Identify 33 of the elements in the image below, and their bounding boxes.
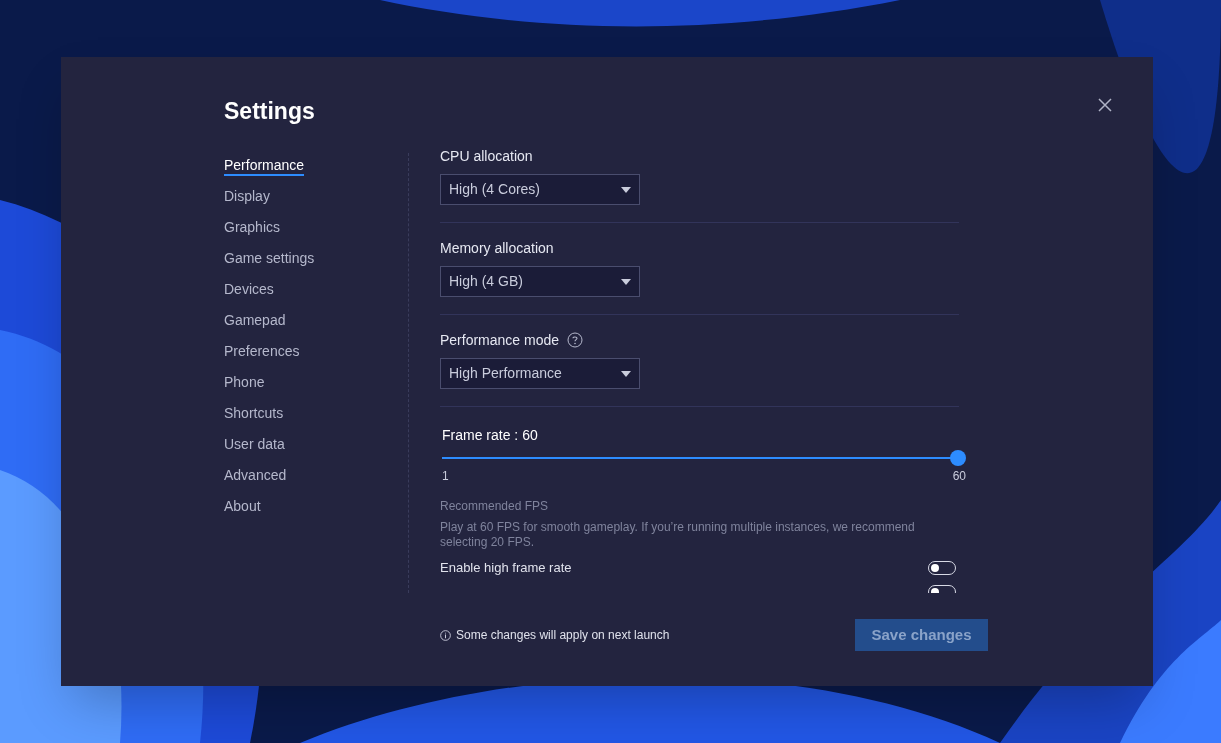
close-icon[interactable]: [1097, 97, 1113, 113]
toggle-label: Enable high frame rate: [440, 559, 572, 578]
slider-max-label: 60: [952, 468, 966, 485]
hint-title: Recommended FPS: [440, 498, 550, 515]
sidebar-item[interactable]: Game settings: [224, 249, 315, 269]
dialog-title: Settings: [224, 100, 315, 123]
sidebar-item[interactable]: Advanced: [224, 466, 287, 486]
caret-icon: [621, 186, 631, 193]
sidebar-item[interactable]: Performance: [224, 156, 305, 176]
field-label: Memory allocation: [440, 238, 554, 258]
sidebar-item[interactable]: About: [224, 497, 261, 517]
sidebar-item[interactable]: Preferences: [224, 342, 300, 362]
caret-icon: [621, 370, 631, 377]
slider-label: Frame rate : 60: [442, 427, 538, 443]
field-label: CPU allocation: [440, 147, 533, 166]
info-icon: [440, 629, 451, 641]
sidebar-item[interactable]: Gamepad: [224, 311, 286, 331]
sidebar-item[interactable]: User data: [224, 435, 285, 455]
sidebar-item[interactable]: Display: [224, 187, 270, 207]
slider[interactable]: [442, 450, 966, 466]
help-icon[interactable]: [567, 332, 584, 348]
sidebar-item[interactable]: Phone: [224, 373, 265, 393]
sidebar-item[interactable]: Shortcuts: [224, 404, 284, 424]
sidebar-item[interactable]: Devices: [224, 280, 274, 300]
hint-text: Play at 60 FPS for smooth gameplay. If you’re running multiple instances, we recommend selecting 20 FPS.: [440, 520, 916, 550]
footer-note: Some changes will apply on next launch: [456, 627, 670, 644]
slider-min-label: 1: [442, 468, 449, 485]
dropdown[interactable]: High (4 GB): [440, 266, 640, 297]
field-label: Performance mode: [440, 330, 560, 350]
sidebar-item[interactable]: Graphics: [224, 218, 281, 238]
dropdown[interactable]: High Performance: [440, 358, 640, 389]
caret-icon: [621, 278, 631, 285]
dropdown[interactable]: High (4 Cores): [440, 174, 640, 205]
